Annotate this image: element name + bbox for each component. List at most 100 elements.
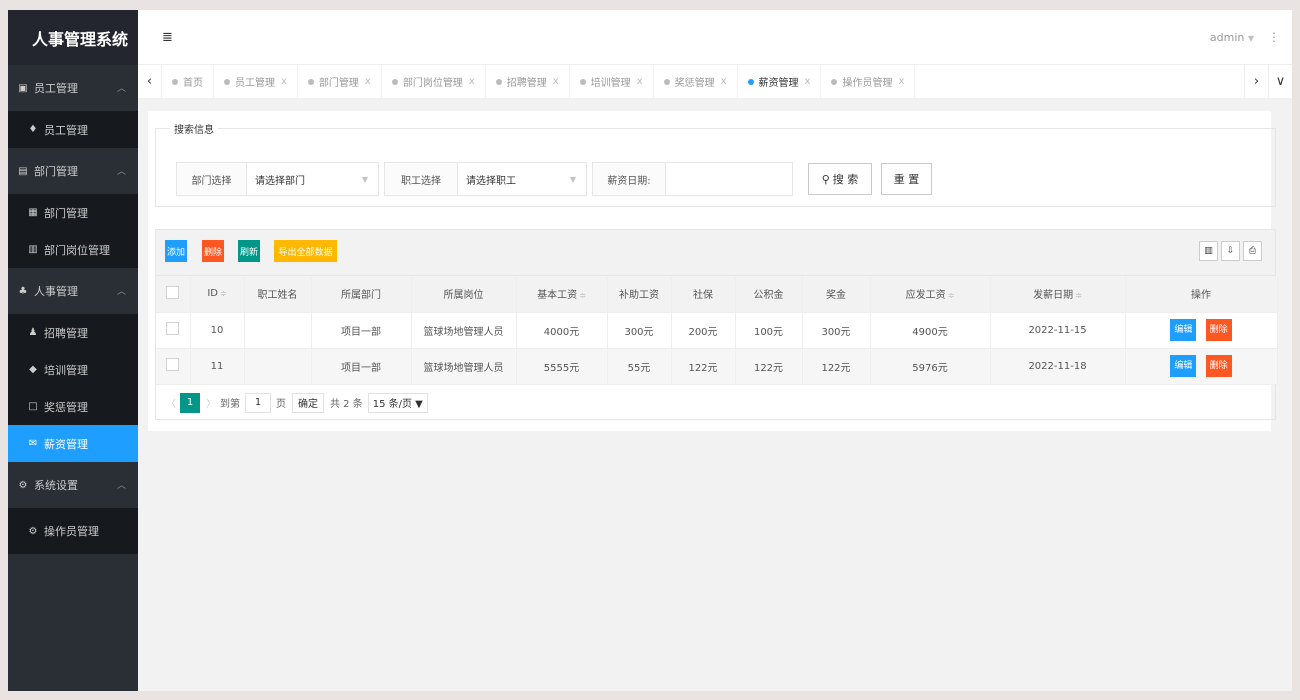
tabs-dropdown-icon[interactable]: ∨	[1268, 65, 1292, 98]
sidebar-item-label: 薪资管理	[44, 437, 88, 451]
tab-salary[interactable]: 薪资管理 x	[738, 65, 822, 98]
export-all-button[interactable]: 导出全部数据	[274, 240, 337, 262]
sidebar-item-recruit[interactable]: ♟ 招聘管理	[8, 314, 138, 351]
export-icon[interactable]: ⇩	[1221, 241, 1240, 261]
tab-dot-icon	[172, 78, 178, 85]
row-delete-button[interactable]: 删除	[1205, 319, 1232, 341]
prev-page-icon[interactable]: 〈	[166, 395, 176, 410]
sidebar: 人事管理系统 ▣ 员工管理 ︿ ♦ 员工管理 ▤ 部门管理 ︿ ▦ 部门管理 ▥…	[8, 10, 138, 691]
close-icon[interactable]: x	[637, 76, 643, 87]
col-header-base-salary[interactable]: 基本工资 ≑	[516, 276, 608, 313]
sidebar-group-settings[interactable]: ⚙ 系统设置 ︿	[8, 462, 138, 508]
goto-confirm-button[interactable]: 确定	[292, 392, 324, 413]
tab-dot-icon	[391, 78, 398, 85]
tab-label: 部门管理	[318, 78, 359, 89]
tab-employee[interactable]: 员工管理 x	[214, 65, 298, 98]
chevron-up-icon: ︿	[116, 287, 126, 297]
employee-select[interactable]: 职工选择 请选择职工 ▼	[384, 162, 587, 196]
tab-training[interactable]: 培训管理 x	[570, 65, 654, 98]
more-icon[interactable]: ⋮	[1268, 30, 1280, 44]
tab-dot-icon	[224, 78, 230, 85]
chevron-up-icon: ︿	[116, 481, 126, 491]
sidebar-item-employee[interactable]: ♦ 员工管理	[8, 111, 138, 148]
refresh-button[interactable]: 刷新	[238, 240, 260, 262]
page-number-current[interactable]: 1	[180, 392, 200, 413]
salary-table-card: 添加 删除 刷新 导出全部数据 ▥ ⇩ ⎙ ID ≑ 职工姓名 所属部门 所属岗…	[155, 229, 1278, 420]
search-button[interactable]: ⚲ 搜 索	[808, 163, 872, 195]
page-size-select[interactable]: 15 条/页 ▼	[367, 392, 428, 413]
reset-button[interactable]: 重 置	[881, 163, 932, 195]
dept-select[interactable]: 部门选择 请选择部门 ▼	[176, 162, 379, 196]
sort-icon: ≑	[947, 291, 955, 301]
sidebar-item-department[interactable]: ▦ 部门管理	[8, 194, 138, 231]
tab-home[interactable]: 首页	[162, 65, 214, 98]
goto-page-input[interactable]: 1	[245, 392, 271, 413]
page-unit-label: 页	[276, 399, 286, 410]
cell-social-security: 200元	[671, 312, 736, 349]
close-icon[interactable]: x	[281, 76, 287, 87]
col-header-dept: 所属部门	[311, 276, 412, 313]
row-delete-button[interactable]: 删除	[1205, 355, 1232, 377]
next-page-icon[interactable]: 〉	[206, 395, 216, 410]
sidebar-item-reward[interactable]: □ 奖惩管理	[8, 388, 138, 425]
sidebar-item-label: 操作员管理	[44, 525, 99, 538]
edit-button[interactable]: 编辑	[1170, 319, 1197, 341]
content-card: 搜索信息 部门选择 请选择部门 ▼ 职工选择 请选择职工 ▼ 薪资日期: ⚲ 搜…	[148, 111, 1278, 431]
close-icon[interactable]: x	[553, 76, 559, 87]
dept-select-value: 请选择部门 ▼	[255, 174, 368, 187]
cell-position: 篮球场地管理人员	[411, 312, 517, 349]
close-icon[interactable]: x	[805, 76, 811, 87]
cell-id: 11	[190, 348, 245, 385]
sidebar-item-operator[interactable]: ⚙ 操作员管理	[8, 508, 138, 554]
close-icon[interactable]: x	[721, 76, 727, 87]
sidebar-item-label: 部门管理	[44, 206, 88, 220]
col-header-housing-fund: 公积金	[735, 276, 803, 313]
cell-gross-pay: 5976元	[870, 348, 991, 385]
sidebar-group-personnel[interactable]: ♣ 人事管理 ︿	[8, 268, 138, 314]
salary-date-field[interactable]: 薪资日期:	[592, 162, 793, 196]
user-menu[interactable]: admin ▼	[1210, 31, 1254, 44]
tab-operator[interactable]: 操作员管理 x	[821, 65, 916, 98]
delete-button[interactable]: 删除	[202, 240, 224, 262]
caret-down-icon: ▼	[361, 174, 368, 184]
tabs: 首页 员工管理 x 部门管理 x 部门岗位管理 x 招聘管理 x 培训管理 x 奖惩管理 x…	[162, 65, 1244, 98]
sidebar-item-training[interactable]: ◆ 培训管理	[8, 351, 138, 388]
app-title: 人事管理系统	[8, 10, 138, 65]
col-header-pay-date[interactable]: 发薪日期 ≑	[990, 276, 1126, 313]
close-icon[interactable]: x	[365, 76, 371, 87]
print-icon[interactable]: ⎙	[1243, 241, 1262, 261]
sort-icon: ≑	[219, 289, 227, 299]
edit-button[interactable]: 编辑	[1170, 355, 1197, 377]
col-header-gross-pay[interactable]: 应发工资 ≑	[870, 276, 991, 313]
top-header: ≣ admin ▼ ⋮	[138, 10, 1292, 65]
row-checkbox[interactable]	[156, 348, 191, 385]
close-icon[interactable]: x	[469, 76, 475, 87]
columns-icon[interactable]: ▥	[1199, 241, 1218, 261]
close-icon[interactable]: x	[898, 76, 904, 87]
sidebar-group-employee[interactable]: ▣ 员工管理 ︿	[8, 65, 138, 111]
cell-position: 篮球场地管理人员	[411, 348, 517, 385]
sidebar-item-dept-position[interactable]: ▥ 部门岗位管理	[8, 231, 138, 268]
users-icon: ♣	[18, 285, 28, 297]
cell-bonus: 300元	[802, 312, 871, 349]
add-button[interactable]: 添加	[165, 240, 187, 262]
row-checkbox[interactable]	[156, 312, 191, 349]
tabs-next-icon[interactable]: ›	[1244, 65, 1268, 98]
sort-icon: ≑	[1075, 291, 1082, 301]
menu-toggle-icon[interactable]: ≣	[162, 30, 173, 45]
tabs-prev-icon[interactable]: ‹	[138, 65, 162, 98]
cell-pay-date: 2022-11-15	[990, 312, 1126, 349]
tab-recruit[interactable]: 招聘管理 x	[486, 65, 570, 98]
tab-dot-icon	[307, 78, 314, 85]
cell-pay-date: 2022-11-18	[990, 348, 1126, 385]
col-header-id[interactable]: ID ≑	[190, 276, 245, 313]
sidebar-submenu: ▦ 部门管理 ▥ 部门岗位管理	[8, 194, 138, 268]
tab-reward[interactable]: 奖惩管理 x	[654, 65, 738, 98]
col-header-bonus: 奖金	[802, 276, 871, 313]
sidebar-group-department[interactable]: ▤ 部门管理 ︿	[8, 148, 138, 194]
sidebar-item-salary[interactable]: ✉ 薪资管理	[8, 425, 138, 462]
salary-date-input[interactable]	[666, 163, 792, 195]
select-all-checkbox[interactable]	[156, 276, 191, 313]
tab-dept-position[interactable]: 部门岗位管理 x	[382, 65, 486, 98]
tab-department[interactable]: 部门管理 x	[298, 65, 382, 98]
